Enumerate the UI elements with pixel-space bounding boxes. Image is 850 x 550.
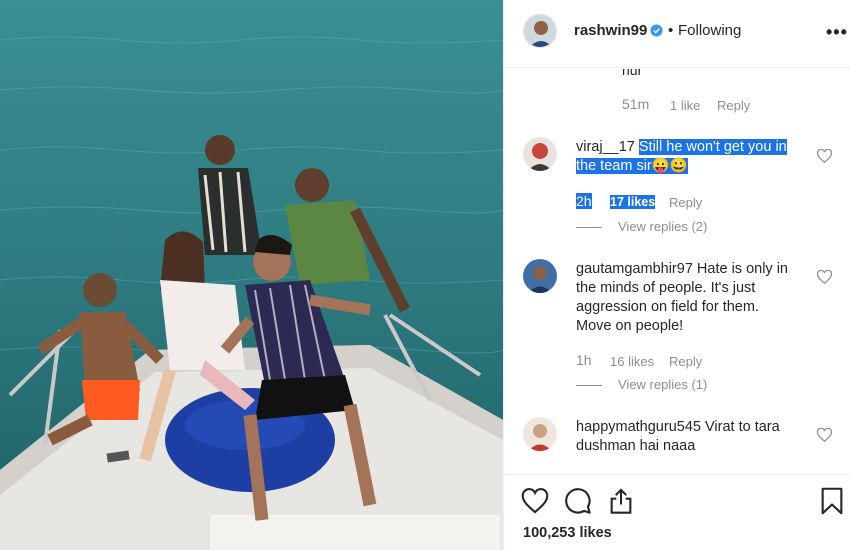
comment-like-heart-icon[interactable] bbox=[817, 270, 832, 284]
comment-username[interactable]: viraj__17 bbox=[576, 139, 635, 155]
post-likes-count[interactable]: 100,253 likes bbox=[523, 525, 612, 541]
post-side-panel: rashwin99 • Following ••• nur 51m 1 like… bbox=[503, 0, 850, 550]
comment-text-line: the minds of people. It's just bbox=[576, 280, 756, 296]
comment-text-line: aggression on field for them. bbox=[576, 299, 759, 315]
cut-off-comment-text: nur bbox=[622, 69, 643, 78]
comment-text-line: Move on people! bbox=[576, 318, 684, 334]
header-separator: • bbox=[668, 22, 674, 39]
view-replies-label: View replies (1) bbox=[618, 377, 708, 392]
reply-button[interactable]: Reply bbox=[717, 98, 750, 113]
verified-badge-icon bbox=[650, 24, 663, 37]
comment-body: viraj__17 Still he won't get you in the … bbox=[576, 138, 816, 176]
post-photo-illustration bbox=[0, 0, 503, 550]
comment-text-selected: Still he won't get you in bbox=[638, 139, 787, 155]
comments-list[interactable]: nur 51m 1 like Reply viraj__17 Still he … bbox=[504, 69, 850, 474]
commenter-avatar[interactable] bbox=[523, 137, 557, 171]
reply-button[interactable]: Reply bbox=[669, 354, 702, 369]
comment-time: 1h bbox=[576, 352, 592, 368]
comment-icon[interactable] bbox=[564, 487, 592, 515]
comment-text-line: Virat to tara bbox=[705, 419, 780, 435]
view-replies-button[interactable]: View replies (2) bbox=[576, 219, 707, 234]
view-replies-label: View replies (2) bbox=[618, 219, 708, 234]
comment-time: 51m bbox=[622, 96, 650, 112]
comment-text-line: Hate is only in bbox=[696, 261, 788, 277]
view-replies-line bbox=[576, 227, 602, 229]
comment-body: happymathguru545 Virat to tara dushman h… bbox=[576, 418, 816, 456]
commenter-avatar[interactable] bbox=[523, 259, 557, 293]
following-button[interactable]: Following bbox=[678, 22, 741, 39]
reply-button[interactable]: Reply bbox=[669, 195, 702, 210]
view-replies-line bbox=[576, 385, 602, 387]
comment-like-heart-icon[interactable] bbox=[817, 149, 832, 163]
share-icon[interactable] bbox=[607, 487, 635, 515]
author-avatar[interactable] bbox=[523, 14, 557, 48]
post-actions-bar: 100,253 likes bbox=[504, 474, 850, 550]
post-photo[interactable] bbox=[0, 0, 503, 550]
comment-username[interactable]: happymathguru545 bbox=[576, 419, 701, 435]
comment-time: 2h bbox=[576, 193, 592, 209]
author-username[interactable]: rashwin99 bbox=[574, 22, 647, 39]
commenter-avatar[interactable] bbox=[523, 417, 557, 451]
comment-likes[interactable]: 1 like bbox=[670, 98, 700, 113]
comment-likes[interactable]: 17 likes bbox=[610, 195, 656, 209]
comment-emoji: 😛😀 bbox=[651, 158, 688, 174]
heart-icon[interactable] bbox=[521, 487, 549, 515]
comment-text-line: dushman hai naaa bbox=[576, 438, 696, 454]
comment-likes[interactable]: 16 likes bbox=[610, 354, 654, 369]
comment-like-heart-icon[interactable] bbox=[817, 428, 832, 442]
view-replies-button[interactable]: View replies (1) bbox=[576, 377, 707, 392]
prev-comment-meta: 51m bbox=[622, 96, 649, 112]
comment-body: gautamgambhir97 Hate is only in the mind… bbox=[576, 260, 816, 336]
comment-text-selected-2: the team sir bbox=[576, 158, 652, 174]
post-header: rashwin99 • Following ••• bbox=[504, 0, 850, 68]
bookmark-icon[interactable] bbox=[820, 487, 844, 515]
more-options-icon[interactable]: ••• bbox=[826, 22, 848, 43]
comment-username[interactable]: gautamgambhir97 bbox=[576, 261, 693, 277]
